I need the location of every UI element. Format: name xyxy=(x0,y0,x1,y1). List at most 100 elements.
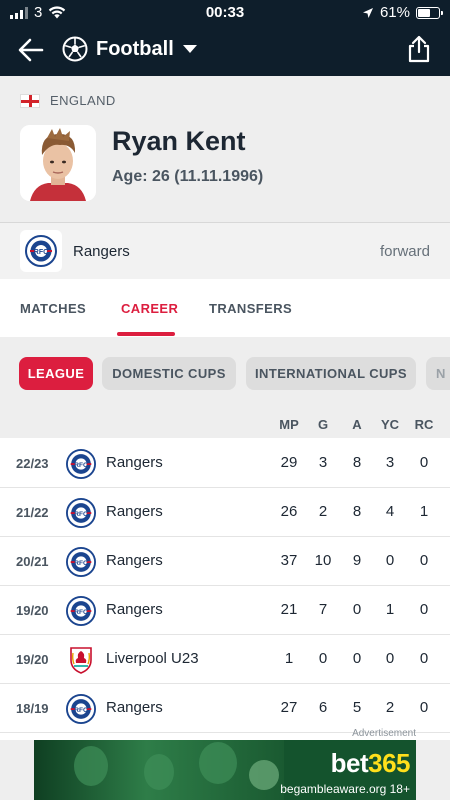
table-row[interactable]: 22/23 RFC Rangers 29 3 8 3 0 xyxy=(0,439,450,488)
current-team[interactable]: RFC Rangers forward xyxy=(0,222,450,279)
team-name: Rangers xyxy=(73,243,130,260)
active-tab-indicator xyxy=(117,332,175,336)
player-age: Age: 26 (11.11.1996) xyxy=(112,168,264,185)
back-arrow-icon[interactable] xyxy=(16,36,46,64)
yc-cell: 0 xyxy=(385,650,395,667)
column-header-yc: YC xyxy=(380,417,400,432)
svg-text:RFC: RFC xyxy=(74,707,88,714)
mp-cell: 27 xyxy=(280,699,298,716)
g-cell: 10 xyxy=(314,552,332,569)
sport-selector[interactable]: Football xyxy=(62,36,198,62)
svg-text:RFC: RFC xyxy=(74,462,88,469)
football-icon xyxy=(62,36,88,62)
player-photo xyxy=(20,125,96,201)
player-position: forward xyxy=(379,243,430,260)
rc-cell: 0 xyxy=(419,650,429,667)
chevron-down-icon xyxy=(182,45,197,53)
share-icon[interactable] xyxy=(406,35,432,63)
battery-percent: 61% xyxy=(379,4,410,21)
filter-domestic-cups[interactable]: DOMESTIC CUPS xyxy=(102,357,236,390)
rc-cell: 0 xyxy=(419,601,429,618)
a-cell: 8 xyxy=(352,503,362,520)
season-cell: 19/20 xyxy=(16,652,49,667)
table-row[interactable]: 18/19 RFC Rangers 27 6 5 2 0 xyxy=(0,684,450,733)
rc-cell: 0 xyxy=(419,552,429,569)
tab-transfers[interactable]: TRANSFERS xyxy=(209,301,292,316)
column-header-mp: MP xyxy=(279,417,299,432)
status-right: 61% xyxy=(362,4,443,21)
a-cell: 0 xyxy=(352,650,362,667)
yc-cell: 3 xyxy=(385,454,395,471)
season-cell: 18/19 xyxy=(16,701,49,716)
svg-text:RFC: RFC xyxy=(74,609,88,616)
svg-text:RFC: RFC xyxy=(74,560,88,567)
column-header-g: G xyxy=(317,417,329,432)
g-cell: 6 xyxy=(318,699,328,716)
table-header: MP G A YC RC xyxy=(0,410,450,438)
mp-cell: 37 xyxy=(280,552,298,569)
filter-national[interactable]: N xyxy=(426,357,450,390)
rangers-crest-icon: RFC xyxy=(66,498,96,528)
rc-cell: 0 xyxy=(419,699,429,716)
g-cell: 2 xyxy=(318,503,328,520)
a-cell: 9 xyxy=(352,552,362,569)
team-cell: Rangers xyxy=(106,552,163,569)
ad-figure xyxy=(249,760,279,790)
rangers-crest-icon: RFC xyxy=(66,547,96,577)
advertisement-banner[interactable]: bet365 begambleaware.org 18+ xyxy=(34,740,416,800)
tab-career[interactable]: CAREER xyxy=(121,301,178,316)
career-table: MP G A YC RC 22/23 RFC Rangers 29 3 8 3 0 21/22 R… xyxy=(0,410,450,740)
ad-disclaimer: begambleaware.org 18+ xyxy=(280,782,410,796)
rc-cell: 1 xyxy=(419,503,429,520)
season-cell: 20/21 xyxy=(16,554,49,569)
svg-text:RFC: RFC xyxy=(74,511,88,518)
filter-international-cups[interactable]: INTERNATIONAL CUPS xyxy=(246,357,416,390)
table-row[interactable]: 20/21 RFC Rangers 37 10 9 0 0 xyxy=(0,537,450,586)
season-cell: 21/22 xyxy=(16,505,49,520)
nav-bar: Football xyxy=(0,24,450,76)
team-cell: Rangers xyxy=(106,699,163,716)
country-name: ENGLAND xyxy=(50,93,116,108)
team-cell: Rangers xyxy=(106,601,163,618)
rangers-crest-icon: RFC xyxy=(66,596,96,626)
g-cell: 0 xyxy=(318,650,328,667)
rangers-crest-icon: RFC xyxy=(66,694,96,724)
player-name: Ryan Kent xyxy=(112,126,246,156)
ad-figure xyxy=(144,754,174,790)
g-cell: 3 xyxy=(318,454,328,471)
mp-cell: 26 xyxy=(280,503,298,520)
rc-cell: 0 xyxy=(419,454,429,471)
rangers-crest-icon: RFC xyxy=(66,449,96,479)
liverpool-crest-icon xyxy=(66,645,96,675)
status-bar: 3 00:33 61% xyxy=(0,0,450,24)
team-cell: Rangers xyxy=(106,454,163,471)
table-row[interactable]: 19/20 Liverpool U23 1 0 0 0 0 xyxy=(0,635,450,684)
filter-league[interactable]: LEAGUE xyxy=(19,357,93,390)
player-portrait xyxy=(20,125,96,201)
a-cell: 5 xyxy=(352,699,362,716)
column-header-a: A xyxy=(352,417,362,432)
ad-brand-a: bet xyxy=(330,748,369,778)
a-cell: 0 xyxy=(352,601,362,618)
yc-cell: 2 xyxy=(385,699,395,716)
tab-matches[interactable]: MATCHES xyxy=(20,301,86,316)
team-cell: Rangers xyxy=(106,503,163,520)
competition-filters: LEAGUE DOMESTIC CUPS INTERNATIONAL CUPS … xyxy=(0,337,450,410)
player-header: ENGLAND Ryan Kent Age: 26 (11.11.1996) xyxy=(0,76,450,221)
team-cell: Liverpool U23 xyxy=(106,650,199,667)
sport-name: Football xyxy=(96,37,174,60)
ad-brand-b: 365 xyxy=(368,748,410,778)
table-row[interactable]: 19/20 RFC Rangers 21 7 0 1 0 xyxy=(0,586,450,635)
ad-label: Advertisement xyxy=(352,728,416,739)
location-icon xyxy=(362,7,373,18)
mp-cell: 29 xyxy=(280,454,298,471)
svg-text:RFC: RFC xyxy=(34,249,48,256)
battery-icon xyxy=(416,6,443,19)
yc-cell: 1 xyxy=(385,601,395,618)
table-row[interactable]: 21/22 RFC Rangers 26 2 8 4 1 xyxy=(0,488,450,537)
tab-bar: MATCHES CAREER TRANSFERS xyxy=(0,279,450,337)
england-flag-icon xyxy=(20,93,40,108)
mp-cell: 1 xyxy=(284,650,294,667)
rangers-crest-icon: RFC xyxy=(20,230,62,272)
country: ENGLAND xyxy=(20,93,116,108)
